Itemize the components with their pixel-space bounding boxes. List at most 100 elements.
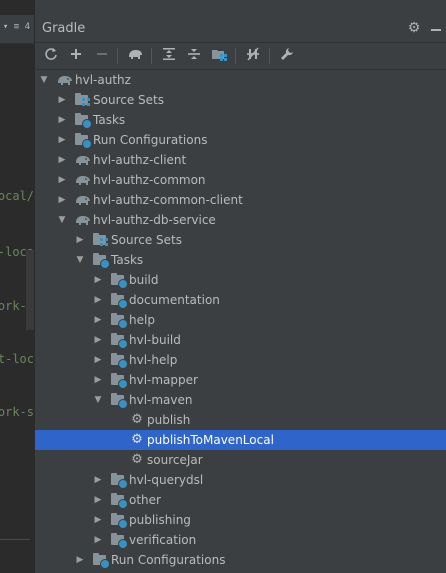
tree-row[interactable]: ▶ Run Configurations xyxy=(35,130,446,150)
source-sets-folder-icon xyxy=(93,232,109,248)
expand-arrow-icon[interactable]: ▶ xyxy=(93,514,103,526)
expand-arrow-icon[interactable]: ▶ xyxy=(57,174,67,186)
tree-item-label: hvl-authz-client xyxy=(93,153,187,167)
minimize-icon[interactable] xyxy=(427,19,445,37)
task-folder-icon xyxy=(111,352,128,369)
tree-row[interactable]: ▶ hvl-mapper xyxy=(35,370,446,390)
wrench-icon xyxy=(280,48,294,64)
folder-grid-icon xyxy=(211,50,227,64)
editor-tab-actions[interactable]: ▾ ≡ 4 xyxy=(0,15,34,44)
task-folder-icon xyxy=(111,272,128,289)
expand-all-button[interactable] xyxy=(160,47,178,65)
task-folder-icon xyxy=(111,292,128,309)
collapse-arrow-icon[interactable]: ▼ xyxy=(39,74,49,86)
tree-item-label: hvl-authz-common xyxy=(93,173,206,187)
expand-arrow-icon[interactable]: ▶ xyxy=(93,334,103,346)
tree-row[interactable]: ▶ Source Sets xyxy=(35,90,446,110)
task-folder-icon xyxy=(111,392,128,409)
task-gear-icon: ⚙ xyxy=(131,432,143,447)
collapse-arrow-icon[interactable]: ▼ xyxy=(93,394,103,406)
task-folder-icon xyxy=(75,132,92,149)
tree-item-label: sourceJar xyxy=(147,453,203,467)
gradle-panel: Gradle ⚙ ▼ hvl-authz ▶ Source Sets ▶ Tasks ▶ Ru… xyxy=(34,0,446,573)
task-folder-icon xyxy=(93,252,110,269)
task-gear-icon: ⚙ xyxy=(131,412,143,427)
expand-arrow-icon[interactable]: ▶ xyxy=(93,534,103,546)
collapse-arrow-icon[interactable]: ▼ xyxy=(75,254,85,266)
tree-row[interactable]: ▼ hvl-authz xyxy=(35,70,446,90)
editor-scroll-marker[interactable] xyxy=(26,250,34,330)
tree-row-selected[interactable]: ⚙ publishToMavenLocal xyxy=(35,430,446,450)
tree-item-label: hvl-authz-common-client xyxy=(93,193,243,207)
tree-row[interactable]: ▶ hvl-authz-common xyxy=(35,170,446,190)
expand-arrow-icon[interactable]: ▶ xyxy=(93,374,103,386)
gradle-elephant-icon xyxy=(75,172,91,188)
tree-row[interactable]: ▶ hvl-build xyxy=(35,330,446,350)
tree-row[interactable]: ▶ hvl-querydsl xyxy=(35,470,446,490)
toolbar-separator xyxy=(117,48,118,64)
offline-mode-button[interactable] xyxy=(244,47,262,65)
collapse-arrow-icon[interactable]: ▼ xyxy=(57,214,67,226)
expand-arrow-icon[interactable]: ▶ xyxy=(93,474,103,486)
plus-icon xyxy=(70,49,82,63)
tree-row[interactable]: ▶ documentation xyxy=(35,290,446,310)
tree-row[interactable]: ▶ publishing xyxy=(35,510,446,530)
tree-row[interactable]: ▶ help xyxy=(35,310,446,330)
toggle-offline-icon xyxy=(246,47,260,64)
tree-row[interactable]: ⚙ publish xyxy=(35,410,446,430)
expand-arrow-icon[interactable]: ▶ xyxy=(93,274,103,286)
tree-row[interactable]: ▶ hvl-help xyxy=(35,350,446,370)
tree-row[interactable]: ⚙ sourceJar xyxy=(35,450,446,470)
gradle-settings-button[interactable] xyxy=(278,47,296,65)
tree-item-label: hvl-build xyxy=(129,333,181,347)
remove-button[interactable] xyxy=(93,47,111,65)
tree-row[interactable]: ▶ Source Sets xyxy=(35,230,446,250)
tree-row[interactable]: ▼ hvl-maven xyxy=(35,390,446,410)
expand-arrow-icon[interactable]: ▶ xyxy=(57,154,67,166)
expand-arrow-icon[interactable]: ▶ xyxy=(57,94,67,106)
code-fragment: ork-s xyxy=(0,405,34,419)
expand-arrow-icon[interactable]: ▶ xyxy=(93,294,103,306)
add-button[interactable] xyxy=(67,47,85,65)
task-folder-icon xyxy=(111,312,128,329)
collapse-all-button[interactable] xyxy=(185,47,203,65)
tree-item-label: publish xyxy=(147,413,191,427)
tree-item-label: Run Configurations xyxy=(111,553,226,567)
task-folder-icon xyxy=(111,512,128,529)
editor-tab-label[interactable]: ▾ ≡ 4 xyxy=(3,22,30,32)
tree-row[interactable]: ▶ hvl-authz-client xyxy=(35,150,446,170)
tree-row[interactable]: ▶ Tasks xyxy=(35,110,446,130)
expand-arrow-icon[interactable]: ▶ xyxy=(93,494,103,506)
expand-arrow-icon[interactable]: ▶ xyxy=(75,554,85,566)
tree-row[interactable]: ▶ Run Configurations xyxy=(35,550,446,570)
expand-arrow-icon[interactable]: ▶ xyxy=(57,194,67,206)
expand-arrow-icon[interactable]: ▶ xyxy=(75,234,85,246)
tree-row[interactable]: ▶ hvl-authz-common-client xyxy=(35,190,446,210)
expand-arrow-icon[interactable]: ▶ xyxy=(93,314,103,326)
gradle-elephant-icon xyxy=(75,212,91,228)
minus-icon xyxy=(96,49,108,63)
gradle-elephant-icon xyxy=(75,192,91,208)
tree-item-label: hvl-authz xyxy=(75,73,131,87)
tree-row[interactable]: ▼ hvl-authz-db-service xyxy=(35,210,446,230)
tree-row[interactable]: ▶ other xyxy=(35,490,446,510)
task-folder-icon xyxy=(111,492,128,509)
refresh-button[interactable] xyxy=(42,47,60,65)
group-modules-button[interactable] xyxy=(210,47,228,65)
gear-icon[interactable]: ⚙ xyxy=(405,19,423,37)
tree-item-label: verification xyxy=(129,533,197,547)
expand-arrow-icon[interactable]: ▶ xyxy=(57,114,67,126)
tree-row[interactable]: ▶ verification xyxy=(35,530,446,550)
tree-row[interactable]: ▼ Tasks xyxy=(35,250,446,270)
expand-arrow-icon[interactable]: ▶ xyxy=(57,134,67,146)
tree-item-label: other xyxy=(129,493,161,507)
expand-arrow-icon[interactable]: ▶ xyxy=(93,354,103,366)
task-gear-icon: ⚙ xyxy=(131,452,143,467)
tree-row[interactable]: ▶ build xyxy=(35,270,446,290)
tree-item-label: Run Configurations xyxy=(93,133,208,147)
toolbar-separator xyxy=(151,48,152,64)
editor-divider xyxy=(0,539,30,540)
execute-task-button[interactable] xyxy=(126,47,144,65)
refresh-icon xyxy=(44,48,58,64)
source-sets-folder-icon xyxy=(75,92,91,108)
